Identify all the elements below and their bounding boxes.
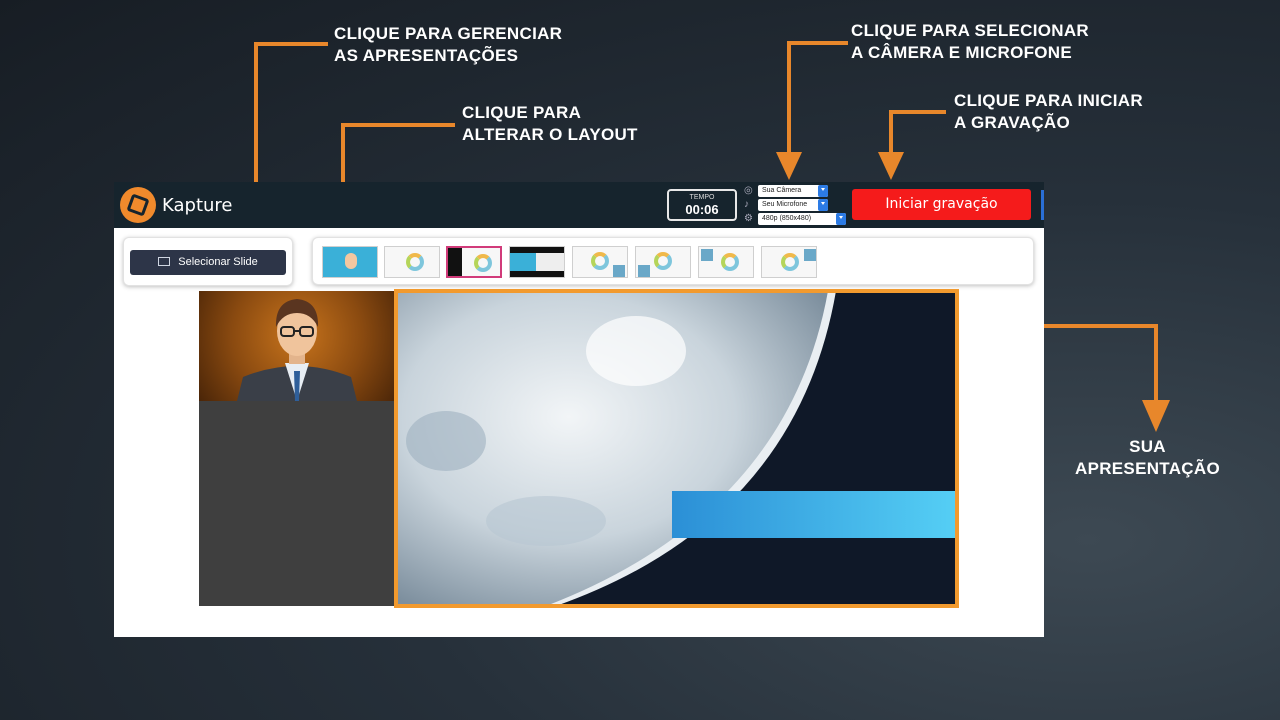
slide-manager-panel: Selecionar Slide xyxy=(123,237,293,286)
timer-label: TEMPO xyxy=(689,194,715,201)
presenter-avatar xyxy=(237,299,357,401)
callout-manage-presentations: CLIQUE PARA GERENCIAR AS APRESENTAÇÕES xyxy=(334,24,563,65)
layout-picker-panel xyxy=(312,237,1034,285)
brand-name: Kapture xyxy=(162,195,233,216)
camera-select[interactable]: Sua Câmera xyxy=(758,185,828,197)
chevron-down-icon xyxy=(818,199,828,211)
top-bar: Kapture TEMPO 00:06 ◎ Sua Câmera ♪ Seu M… xyxy=(114,182,1044,228)
layout-option-8[interactable] xyxy=(761,246,817,278)
start-recording-button[interactable]: Iniciar gravação xyxy=(852,189,1031,220)
chevron-down-icon xyxy=(836,213,846,225)
kapture-logo-icon xyxy=(120,187,156,223)
timer-value: 00:06 xyxy=(685,202,719,217)
arrow-camera xyxy=(787,41,848,162)
callout-select-camera-mic: CLIQUE PARA SELECIONAR A CÂMERA E MICROF… xyxy=(851,21,1090,62)
presentation-board-icon xyxy=(158,257,171,266)
layout-option-3[interactable] xyxy=(446,246,502,278)
kapture-app-window: Kapture TEMPO 00:06 ◎ Sua Câmera ♪ Seu M… xyxy=(114,182,1044,637)
toolbar-edge xyxy=(1041,190,1044,220)
callout-your-presentation: SUA APRESENTAÇÃO xyxy=(1075,437,1220,478)
chevron-down-icon xyxy=(818,185,828,197)
webcam-icon: ◎ xyxy=(744,185,753,196)
camera-preview xyxy=(199,291,396,401)
layout-option-7[interactable] xyxy=(698,246,754,278)
camera-area xyxy=(199,291,396,606)
resolution-select[interactable]: 480p (850x480) xyxy=(758,213,846,225)
layout-option-4[interactable] xyxy=(509,246,565,278)
layout-option-5[interactable] xyxy=(572,246,628,278)
presentation-highlight-frame xyxy=(394,289,959,608)
settings-icon: ⚙ xyxy=(744,213,753,224)
callout-start-recording: CLIQUE PARA INICIAR A GRAVAÇÃO xyxy=(954,91,1143,132)
arrow-record xyxy=(889,110,946,162)
layout-option-6[interactable] xyxy=(635,246,691,278)
microphone-select[interactable]: Seu Microfone xyxy=(758,199,828,211)
microphone-icon: ♪ xyxy=(744,199,749,210)
recording-timer: TEMPO 00:06 xyxy=(667,189,737,221)
layout-option-1[interactable] xyxy=(322,246,378,278)
layout-option-2[interactable] xyxy=(384,246,440,278)
callout-change-layout: CLIQUE PARA ALTERAR O LAYOUT xyxy=(462,103,638,144)
select-slide-button[interactable]: Selecionar Slide xyxy=(130,250,286,275)
